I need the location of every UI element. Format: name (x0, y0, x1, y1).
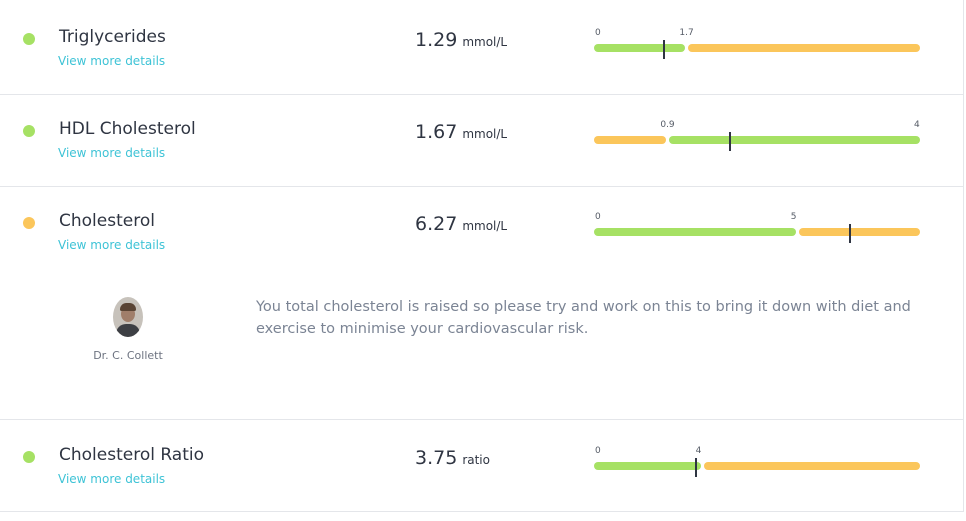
status-dot (23, 451, 35, 463)
range-segment-amber (704, 462, 920, 470)
result-row-cholesterol: Cholesterol View more details 6.27 mmol/L… (0, 187, 963, 420)
doctor-info: Dr. C. Collett (88, 297, 168, 362)
doctor-name: Dr. C. Collett (93, 349, 163, 362)
result-value-unit: mmol/L (462, 127, 508, 141)
range-bar: 04 (594, 446, 920, 477)
result-value-number: 1.67 (415, 121, 458, 143)
result-value: 6.27 mmol/L (415, 213, 507, 235)
value-marker (848, 224, 851, 243)
range-segment-green (594, 462, 702, 470)
result-name: Cholesterol (59, 211, 155, 231)
result-name: Triglycerides (59, 27, 166, 47)
range-tick-label: 5 (790, 212, 797, 222)
range-bar: 05 (594, 212, 920, 243)
range-segment-amber (594, 136, 666, 144)
range-segment-amber (687, 44, 920, 52)
result-name: Cholesterol Ratio (59, 445, 204, 465)
view-details-link[interactable]: View more details (58, 238, 165, 252)
value-marker (694, 458, 697, 477)
result-value-number: 1.29 (415, 29, 458, 51)
result-name: HDL Cholesterol (59, 119, 196, 139)
result-row-hdl-cholesterol: HDL Cholesterol View more details 1.67 mm… (0, 95, 963, 187)
range-tick-label: 4 (914, 120, 920, 130)
view-details-link[interactable]: View more details (58, 472, 165, 486)
value-marker (729, 132, 732, 151)
doctor-avatar (113, 297, 143, 337)
range-bar: 0.9 4 (594, 120, 920, 151)
result-value: 3.75 ratio (415, 447, 490, 469)
result-row-cholesterol-ratio: Cholesterol Ratio View more details 3.75… (0, 420, 963, 512)
view-details-link[interactable]: View more details (58, 54, 165, 68)
status-dot (23, 217, 35, 229)
range-tick-label: 1.7 (679, 28, 694, 38)
range-segment-amber (799, 228, 920, 236)
range-tick-label: 0 (595, 446, 601, 456)
result-value-unit: mmol/L (462, 219, 508, 233)
range-tick-label: 0 (595, 212, 601, 222)
doctor-comment: You total cholesterol is raised so pleas… (256, 299, 911, 337)
range-segment-green (594, 228, 797, 236)
status-dot (23, 33, 35, 45)
results-card: Triglycerides View more details 1.29 mmol… (0, 0, 964, 512)
status-dot (23, 125, 35, 137)
result-row-triglycerides: Triglycerides View more details 1.29 mmol… (0, 0, 963, 95)
result-value-unit: mmol/L (462, 35, 508, 49)
result-value-number: 6.27 (415, 213, 458, 235)
range-segment-green (594, 44, 685, 52)
range-bar: 0 1.7 (594, 28, 920, 59)
range-tick-label: 0.9 (660, 120, 675, 130)
view-details-link[interactable]: View more details (58, 146, 165, 160)
result-value-unit: ratio (462, 453, 490, 467)
result-value: 1.29 mmol/L (415, 29, 507, 51)
range-segment-green (668, 136, 920, 144)
result-value-number: 3.75 (415, 447, 458, 469)
range-tick-label: 4 (695, 446, 702, 456)
result-value: 1.67 mmol/L (415, 121, 507, 143)
value-marker (663, 40, 666, 59)
range-tick-label: 0 (595, 28, 601, 38)
